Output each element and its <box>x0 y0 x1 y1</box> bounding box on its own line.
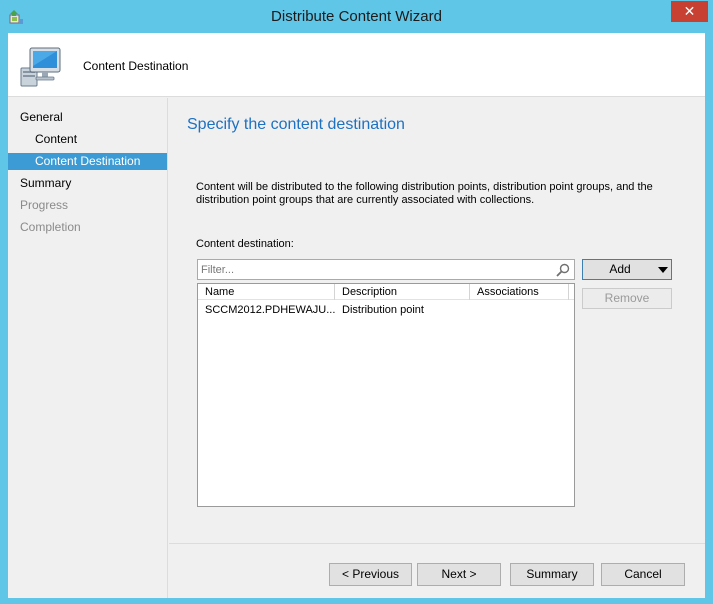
search-icon[interactable] <box>555 262 571 278</box>
header-title: Content Destination <box>83 59 189 73</box>
wizard-page: Specify the content destination Content … <box>169 98 705 543</box>
cell-description: Distribution point <box>342 304 424 316</box>
cancel-button[interactable]: Cancel <box>601 563 685 586</box>
wizard-header: Content Destination <box>8 33 705 97</box>
step-completion: Completion <box>20 220 81 234</box>
wizard-footer: < Previous Next > Summary Cancel <box>169 543 705 598</box>
add-button-label: Add <box>609 262 631 276</box>
remove-button[interactable]: Remove <box>582 288 672 309</box>
column-header-description[interactable]: Description <box>335 284 470 300</box>
close-button[interactable]: ✕ <box>671 1 708 22</box>
page-description: Content will be distributed to the follo… <box>196 181 653 206</box>
computer-icon <box>20 47 61 87</box>
content-destination-list[interactable]: Name Description Associations SCCM2012.P… <box>197 283 575 507</box>
filter-input[interactable] <box>201 262 546 277</box>
title-bar[interactable]: Distribute Content Wizard ✕ <box>0 0 713 33</box>
filter-box[interactable] <box>197 259 575 280</box>
add-button[interactable]: Add <box>582 259 672 280</box>
wizard-window: Distribute Content Wizard ✕ Content Dest… <box>0 0 713 604</box>
wizard-steps-sidebar: General Content Content Destination Summ… <box>8 98 168 598</box>
content-destination-label: Content destination: <box>196 238 294 250</box>
column-header-associations[interactable]: Associations <box>470 284 569 300</box>
next-button[interactable]: Next > <box>417 563 501 586</box>
previous-button[interactable]: < Previous <box>329 563 412 586</box>
step-content: Content <box>35 132 78 146</box>
page-heading: Specify the content destination <box>187 116 405 133</box>
summary-button[interactable]: Summary <box>510 563 594 586</box>
cell-name: SCCM2012.PDHEWAJU... <box>205 304 335 316</box>
step-content-destination: Content Destination <box>8 153 167 170</box>
dropdown-arrow-icon <box>658 267 668 273</box>
step-summary: Summary <box>20 176 72 190</box>
step-progress: Progress <box>20 198 69 212</box>
list-header: Name Description Associations <box>198 284 574 300</box>
step-general: General <box>20 110 63 124</box>
column-header-name[interactable]: Name <box>198 284 335 300</box>
wizard-client-area: Content Destination General Content Cont… <box>8 33 705 598</box>
table-row[interactable]: SCCM2012.PDHEWAJU... Distribution point <box>198 302 574 318</box>
window-title: Distribute Content Wizard <box>271 8 442 25</box>
